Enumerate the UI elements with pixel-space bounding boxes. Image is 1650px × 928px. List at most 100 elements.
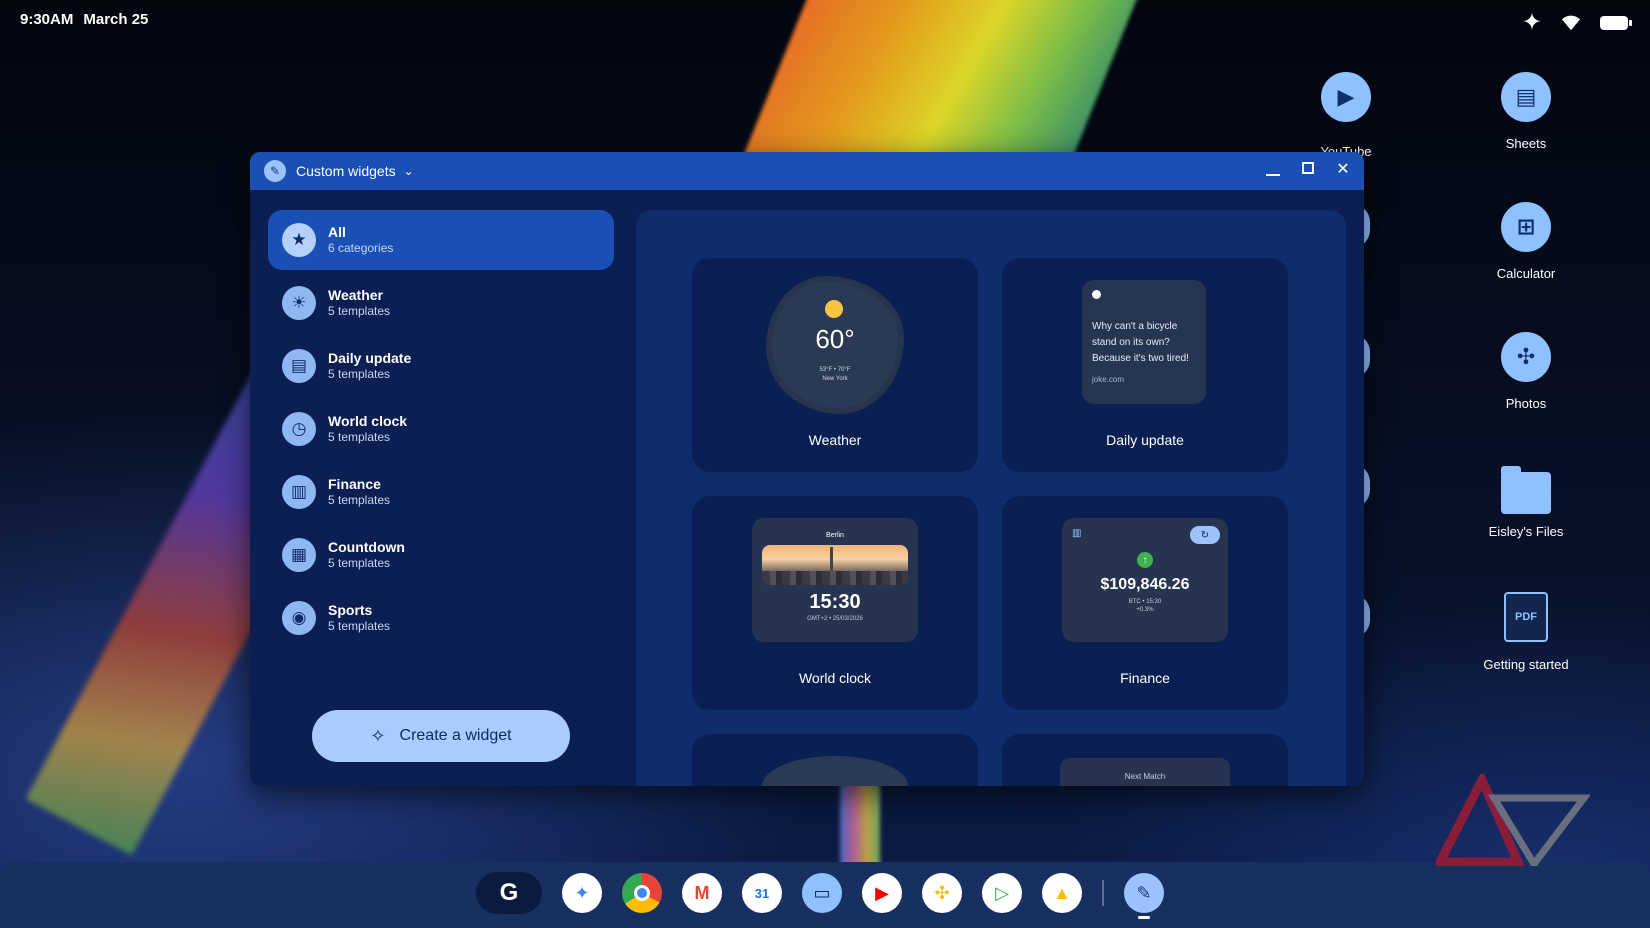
finance-ticker: BTC • 15:30 (1128, 599, 1162, 605)
calendar-icon: ▦ (282, 538, 316, 572)
maximize-icon[interactable] (1302, 162, 1314, 174)
files-icon[interactable]: ▭ (802, 873, 842, 913)
widget-card-label: Weather (808, 432, 862, 448)
desktop-sheets[interactable]: ▤ Sheets (1466, 72, 1586, 151)
category-sports[interactable]: ◉ Sports 5 templates (268, 588, 614, 648)
category-name: All (328, 224, 346, 240)
calendar-icon[interactable]: 31 (742, 873, 782, 913)
battery-icon (1600, 15, 1632, 30)
category-count: 5 templates (328, 493, 391, 507)
status-bar: 9:30AM March 25 ✦ (0, 0, 1650, 38)
launcher-google-icon[interactable]: G (476, 872, 542, 914)
gemini-sparkle-icon[interactable]: ✦ (1522, 8, 1542, 37)
category-finance[interactable]: ▥ Finance 5 templates (268, 462, 614, 522)
arrow-up-icon: ↑ (1137, 552, 1153, 568)
weather-preview: 60° 53°F • 70°F New York (772, 282, 898, 408)
drive-icon[interactable]: ▲ (1042, 873, 1082, 913)
custom-widgets-app-icon: ✎ (264, 160, 286, 182)
status-time: 9:30AM (20, 10, 74, 28)
desktop-calculator-label: Calculator (1496, 266, 1556, 281)
category-count: 6 categories (328, 241, 394, 255)
world-clock-preview: Berlin 15:30 GMT+2 • 25/03/2026 (752, 518, 918, 642)
watermark-logo (1436, 774, 1590, 866)
clock-time: 15:30 (809, 591, 861, 613)
custom-widgets-window: ✎ Custom widgets ⌄ ✕ ★ All 6 categories … (250, 152, 1364, 786)
youtube-icon: ▶ (1321, 72, 1371, 122)
widget-card-countdown[interactable] (692, 734, 978, 786)
window-title[interactable]: Custom widgets (296, 163, 396, 179)
bar-chart-icon: ▥ (282, 475, 316, 509)
weather-temp: 60° (815, 324, 855, 354)
category-all[interactable]: ★ All 6 categories (268, 210, 614, 270)
finance-value: $109,846.26 (1100, 576, 1190, 593)
category-name: Finance (328, 476, 381, 492)
widget-card-daily-update[interactable]: Why can't a bicycle stand on its own? Be… (1002, 258, 1288, 472)
weather-icon: ☀ (282, 286, 316, 320)
sparkle-pen-icon: ✧ (370, 725, 386, 746)
minimize-icon[interactable] (1266, 168, 1280, 176)
category-count: 5 templates (328, 619, 391, 633)
widget-gallery: 60° 53°F • 70°F New York Weather Why can… (636, 210, 1346, 786)
category-name: World clock (328, 413, 408, 429)
category-name: Weather (328, 287, 383, 303)
weather-range: 53°F • 70°F (819, 367, 851, 373)
bar-chart-icon: ▥ (1072, 528, 1082, 539)
gmail-icon[interactable]: M (682, 873, 722, 913)
category-name: Countdown (328, 539, 405, 555)
photos-icon[interactable]: ✣ (922, 873, 962, 913)
whistle-icon: ◉ (282, 601, 316, 635)
play-store-icon[interactable]: ▷ (982, 873, 1022, 913)
category-count: 5 templates (328, 556, 391, 570)
finance-preview: ▥ ↻ ↑ $109,846.26 BTC • 15:30 +0.3% (1062, 518, 1228, 642)
category-countdown[interactable]: ▦ Countdown 5 templates (268, 525, 614, 585)
widget-card-world-clock[interactable]: Berlin 15:30 GMT+2 • 25/03/2026 World cl… (692, 496, 978, 710)
category-world-clock[interactable]: ◷ World clock 5 templates (268, 399, 614, 459)
news-icon: ▤ (282, 349, 316, 383)
widget-card-weather[interactable]: 60° 53°F • 70°F New York Weather (692, 258, 978, 472)
create-widget-button[interactable]: ✧ Create a widget (312, 710, 570, 762)
youtube-icon[interactable]: ▶ (862, 873, 902, 913)
desktop-sheets-label: Sheets (1505, 136, 1547, 151)
desktop-getting-started-label: Getting started (1483, 657, 1569, 672)
widget-card-label: World clock (798, 670, 872, 686)
weather-city: New York (822, 376, 848, 382)
countdown-preview (762, 756, 908, 786)
window-controls: ✕ (1266, 161, 1350, 178)
desktop-photos[interactable]: ✣ Photos (1466, 332, 1586, 411)
shelf: G ✦ M 31 ▭ ▶ ✣ ▷ ▲ ✎ (0, 862, 1650, 928)
finance-details: BTC • 15:30 +0.3% (1062, 598, 1228, 614)
widget-card-label: Finance (1120, 670, 1170, 686)
clock-city: Berlin (826, 532, 844, 539)
desktop-youtube[interactable]: ▶ YouTube (1286, 72, 1406, 159)
refresh-icon: ↻ (1190, 526, 1220, 544)
window-titlebar[interactable]: ✎ Custom widgets ⌄ ✕ (250, 152, 1364, 190)
desktop-calculator[interactable]: ⊞ Calculator (1466, 202, 1586, 281)
desktop-files-label: Eisley's Files (1488, 524, 1564, 539)
gemini-icon[interactable]: ✦ (562, 873, 602, 913)
status-tray[interactable]: ✦ (1522, 8, 1632, 37)
folder-icon (1501, 466, 1551, 514)
category-weather[interactable]: ☀ Weather 5 templates (268, 273, 614, 333)
widget-card-label: Daily update (1106, 432, 1184, 448)
shelf-divider (1102, 880, 1104, 906)
active-indicator (1138, 916, 1150, 919)
city-skyline-image (762, 545, 908, 585)
category-count: 5 templates (328, 367, 391, 381)
chevron-down-icon[interactable]: ⌄ (404, 164, 414, 178)
category-name: Daily update (328, 350, 412, 366)
calculator-icon: ⊞ (1501, 202, 1551, 252)
widget-card-sports[interactable]: Next Match (1002, 734, 1288, 786)
close-icon[interactable]: ✕ (1336, 161, 1350, 178)
category-daily-update[interactable]: ▤ Daily update 5 templates (268, 336, 614, 396)
desktop-getting-started[interactable]: PDF Getting started (1466, 592, 1586, 673)
chrome-icon[interactable] (622, 873, 662, 913)
sports-preview: Next Match (1060, 758, 1230, 786)
shelf-apps: G ✦ M 31 ▭ ▶ ✣ ▷ ▲ ✎ (476, 872, 1174, 919)
widget-card-finance[interactable]: ▥ ↻ ↑ $109,846.26 BTC • 15:30 +0.3% Fina… (1002, 496, 1288, 710)
category-sidebar: ★ All 6 categories ☀ Weather 5 templates… (268, 210, 614, 651)
sheets-icon: ▤ (1501, 72, 1551, 122)
create-widget-label: Create a widget (399, 727, 512, 744)
photos-icon: ✣ (1501, 332, 1551, 382)
custom-widgets-icon[interactable]: ✎ (1124, 873, 1164, 919)
desktop-files[interactable]: Eisley's Files (1466, 466, 1586, 539)
